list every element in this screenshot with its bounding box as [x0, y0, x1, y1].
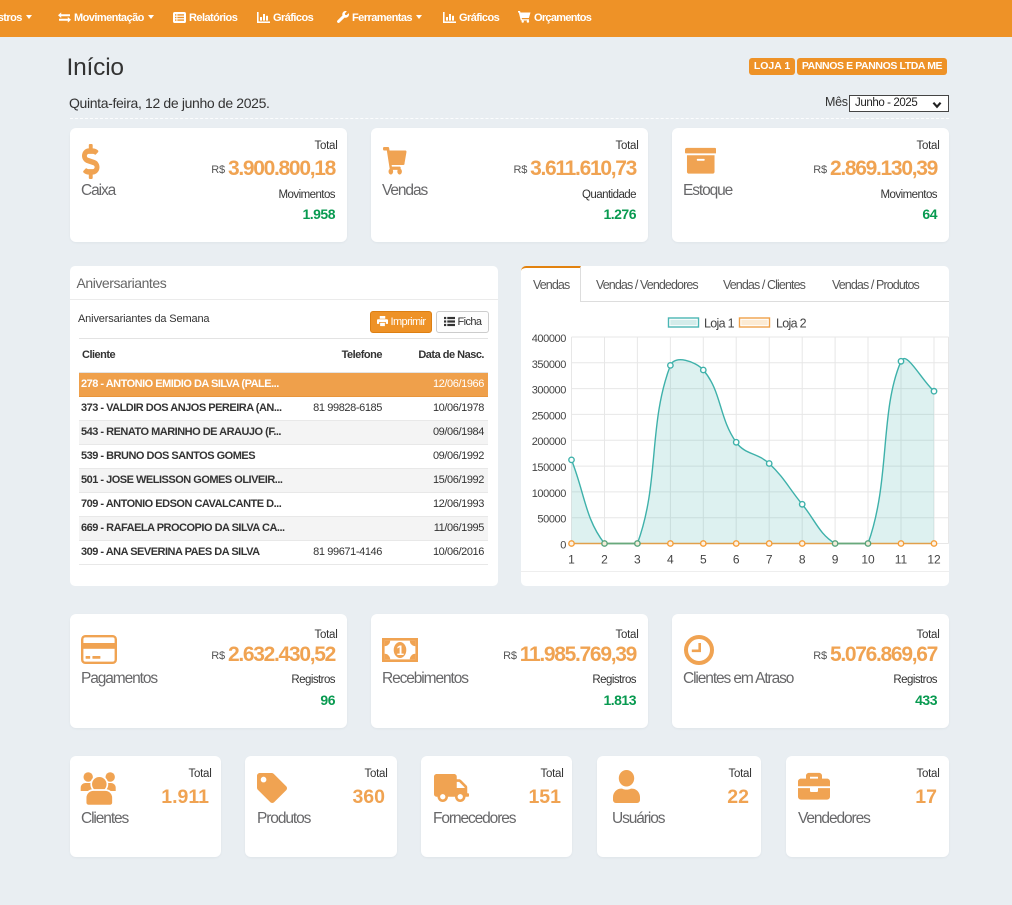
svg-text:0: 0 — [560, 540, 566, 552]
svg-text:2: 2 — [601, 553, 608, 567]
svg-text:300000: 300000 — [532, 385, 567, 397]
svg-text:100000: 100000 — [532, 488, 567, 500]
svg-text:4: 4 — [667, 553, 674, 567]
svg-text:1: 1 — [396, 643, 404, 658]
svg-text:12: 12 — [927, 553, 941, 567]
svg-text:200000: 200000 — [532, 436, 567, 448]
svg-text:Loja 1: Loja 1 — [704, 317, 735, 331]
svg-text:1: 1 — [568, 553, 575, 567]
svg-text:400000: 400000 — [532, 333, 567, 345]
svg-text:10: 10 — [861, 553, 875, 567]
svg-text:5: 5 — [700, 553, 707, 567]
svg-text:150000: 150000 — [532, 462, 567, 474]
svg-text:250000: 250000 — [532, 410, 567, 422]
svg-text:8: 8 — [799, 553, 806, 567]
svg-text:350000: 350000 — [532, 359, 567, 371]
svg-text:9: 9 — [832, 553, 839, 567]
svg-text:7: 7 — [766, 553, 773, 567]
svg-text:11: 11 — [895, 553, 908, 567]
svg-text:6: 6 — [733, 553, 740, 567]
svg-text:50000: 50000 — [537, 514, 566, 526]
svg-text:3: 3 — [634, 553, 641, 567]
svg-text:Loja 2: Loja 2 — [776, 317, 807, 331]
